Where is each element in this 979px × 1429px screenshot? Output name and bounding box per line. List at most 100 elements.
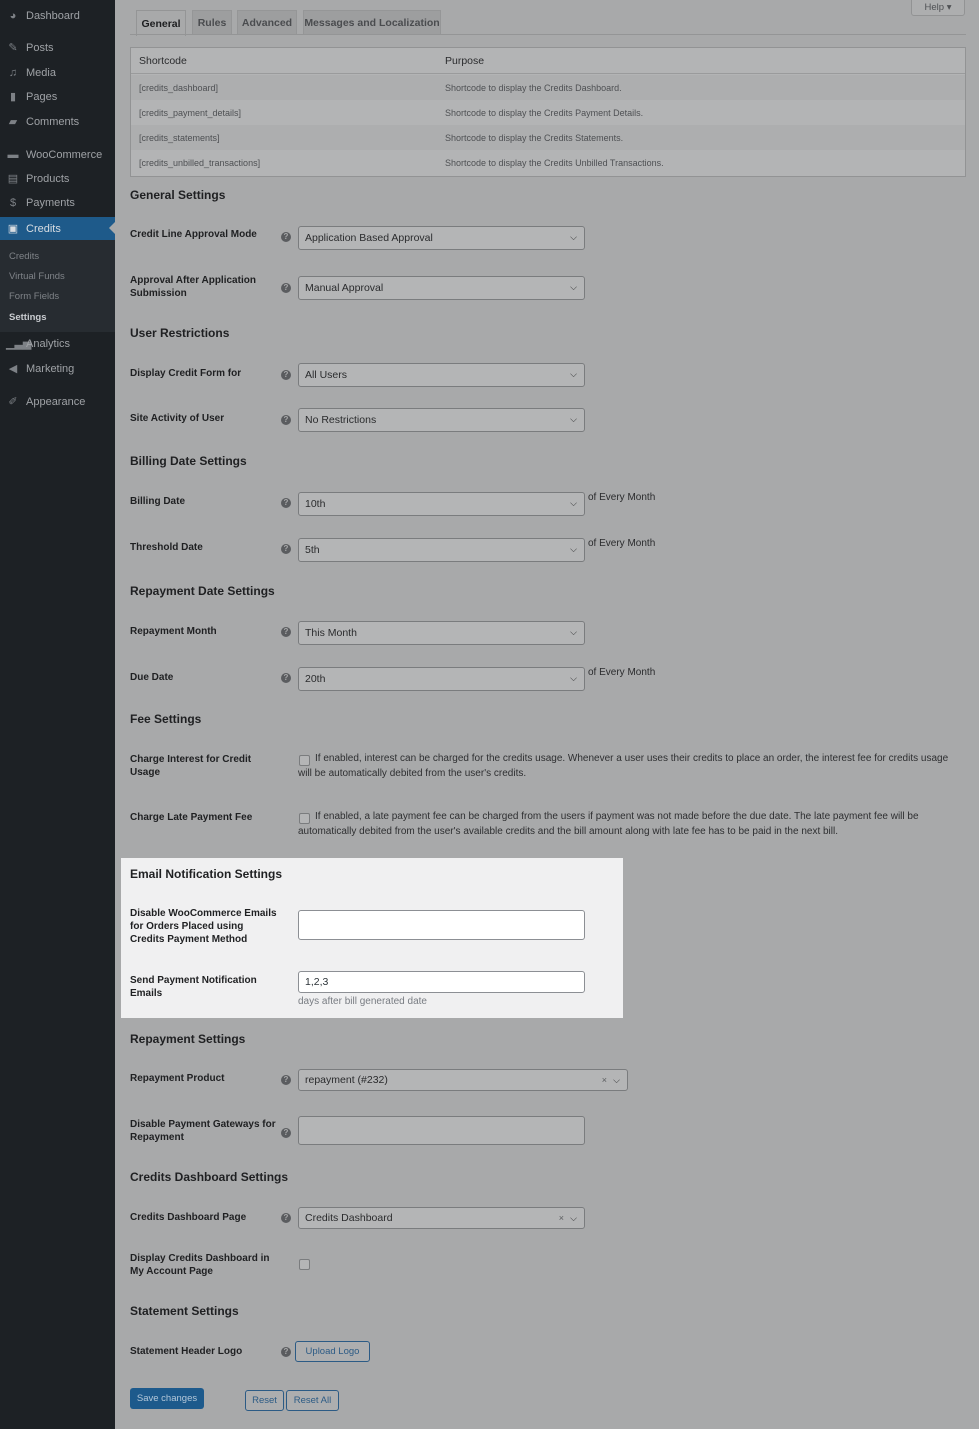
submenu-form-fields[interactable]: Form Fields <box>9 291 59 302</box>
repayment-product-select[interactable]: repayment (#232) × ⌵ <box>298 1069 628 1091</box>
help-tip-icon[interactable]: ? <box>281 1213 291 1223</box>
label-late-fee: Charge Late Payment Fee <box>130 812 253 823</box>
label-disable-woo-emails: Disable WooCommerce Emails for Orders Pl… <box>130 908 277 945</box>
menu-posts[interactable]: ✎ Posts <box>0 37 115 59</box>
due-date-suffix: of Every Month <box>588 667 656 678</box>
pages-icon: ▮ <box>9 91 17 103</box>
chevron-down-icon: ⌵ <box>570 369 577 379</box>
reset-all-button[interactable]: Reset All <box>286 1390 339 1411</box>
section-email-notification: Email Notification Settings <box>130 867 283 881</box>
label-approval-mode: Credit Line Approval Mode <box>130 229 257 240</box>
menu-dashboard[interactable]: ◕ Dashboard <box>0 5 115 27</box>
submenu-credits[interactable]: Credits <box>9 251 39 262</box>
menu-appearance[interactable]: ✐ Appearance <box>0 391 115 413</box>
label-dashboard-page: Credits Dashboard Page <box>130 1212 247 1223</box>
menu-label: Products <box>26 173 70 185</box>
table-row: [credits_statements] Shortcode to display… <box>131 125 965 150</box>
table-row: [credits_dashboard] Shortcode to display … <box>131 75 965 100</box>
tab-advanced[interactable]: Advanced <box>237 10 297 35</box>
upload-logo-button[interactable]: Upload Logo <box>295 1341 370 1362</box>
megaphone-icon: ◀ <box>8 363 18 375</box>
due-date-select[interactable]: 20th ⌵ <box>298 667 585 691</box>
menu-marketing[interactable]: ◀ Marketing <box>0 358 115 380</box>
submenu-virtual-funds[interactable]: Virtual Funds <box>9 271 65 282</box>
bar-chart-icon: ▁▃▅ <box>6 338 32 350</box>
submenu-settings[interactable]: Settings <box>9 312 46 323</box>
help-tip-icon[interactable]: ? <box>281 1075 291 1085</box>
table-row: [credits_payment_details] Shortcode to di… <box>131 100 965 125</box>
dashboard-page-select[interactable]: Credits Dashboard × ⌵ <box>298 1207 585 1229</box>
repayment-month-select[interactable]: This Month ⌵ <box>298 621 585 645</box>
tab-rules[interactable]: Rules <box>192 10 232 35</box>
select-value: No Restrictions <box>305 414 377 426</box>
chevron-down-icon: ⌵ <box>570 282 577 292</box>
help-tip-icon[interactable]: ? <box>281 232 291 242</box>
approval-after-select[interactable]: Manual Approval ⌵ <box>298 276 585 300</box>
menu-label: Dashboard <box>26 10 80 22</box>
threshold-date-select[interactable]: 5th ⌵ <box>298 538 585 562</box>
disable-gateways-input[interactable] <box>298 1116 585 1145</box>
help-tip-icon[interactable]: ? <box>281 1347 291 1357</box>
tab-general[interactable]: General <box>136 10 186 36</box>
help-tip-icon[interactable]: ? <box>281 544 291 554</box>
menu-payments[interactable]: $ Payments <box>0 192 115 214</box>
select-value: All Users <box>305 369 348 381</box>
save-changes-button[interactable]: Save changes <box>130 1388 204 1409</box>
woo-icon: ▬ <box>7 149 19 161</box>
credits-submenu: Credits Virtual Funds Form Fields Settin… <box>0 240 115 332</box>
label-repayment-product: Repayment Product <box>130 1073 225 1084</box>
tab-messages-localization[interactable]: Messages and Localization <box>303 10 441 35</box>
select-value: Credits Dashboard <box>305 1212 393 1224</box>
menu-credits[interactable]: ▣ Credits <box>0 217 115 240</box>
chevron-down-icon: ⌵ <box>570 414 577 424</box>
help-tip-icon[interactable]: ? <box>281 1128 291 1138</box>
caret-down-icon: ▾ <box>946 1 952 13</box>
menu-comments[interactable]: ▰ Comments <box>0 111 115 133</box>
help-tip-icon[interactable]: ? <box>281 627 291 637</box>
menu-analytics[interactable]: ▁▃▅ Analytics <box>0 333 115 355</box>
admin-sidebar: ◕ Dashboard ✎ Posts ♫ Media ▮ Pages ▰ Comment… <box>0 0 115 1429</box>
reset-button[interactable]: Reset <box>245 1390 284 1411</box>
help-tip-icon[interactable]: ? <box>281 370 291 380</box>
help-tip-icon[interactable]: ? <box>281 498 291 508</box>
site-activity-select[interactable]: No Restrictions ⌵ <box>298 408 585 432</box>
select-value: This Month <box>305 627 357 639</box>
display-form-select[interactable]: All Users ⌵ <box>298 363 585 387</box>
help-tip-icon[interactable]: ? <box>281 673 291 683</box>
help-button[interactable]: Help ▾ <box>911 0 965 16</box>
payment-notification-input[interactable]: 1,2,3 <box>298 971 585 993</box>
section-user-restrictions: User Restrictions <box>130 326 230 340</box>
select-value: 10th <box>305 498 326 510</box>
dashboard-icon: ◕ <box>9 10 17 22</box>
chevron-down-icon: ⌵ <box>570 232 577 242</box>
label-disable-gateways: Disable Payment Gateways for Repayment <box>130 1119 276 1143</box>
charge-interest-description: If enabled, interest can be charged for … <box>298 753 949 779</box>
cell-purpose: Shortcode to display the Credits Stateme… <box>445 132 624 143</box>
menu-label: Pages <box>26 91 58 103</box>
select-value: Application Based Approval <box>305 232 433 244</box>
menu-products[interactable]: ▤ Products <box>0 168 115 190</box>
menu-label: Media <box>26 67 56 79</box>
label-charge-interest: Charge Interest for Credit Usage <box>130 754 252 778</box>
dashboard-myaccount-checkbox[interactable] <box>299 1259 310 1270</box>
select-value: 20th <box>305 673 326 685</box>
label-site-activity: Site Activity of User <box>130 413 225 424</box>
clear-icon[interactable]: × <box>602 1075 607 1085</box>
table-header: Shortcode Purpose <box>131 48 965 74</box>
late-fee-description: If enabled, a late payment fee can be ch… <box>298 811 919 837</box>
menu-woocommerce[interactable]: ▬ WooCommerce <box>0 144 115 166</box>
menu-pages[interactable]: ▮ Pages <box>0 86 115 108</box>
menu-media[interactable]: ♫ Media <box>0 62 115 84</box>
label-threshold-date: Threshold Date <box>130 542 203 553</box>
billing-date-select[interactable]: 10th ⌵ <box>298 492 585 516</box>
section-fee-settings: Fee Settings <box>130 712 202 726</box>
disable-woo-emails-input[interactable] <box>298 910 585 940</box>
billing-date-suffix: of Every Month <box>588 492 656 503</box>
help-label: Help <box>924 1 945 13</box>
clear-icon[interactable]: × <box>559 1213 564 1223</box>
help-tip-icon[interactable]: ? <box>281 415 291 425</box>
section-billing-date: Billing Date Settings <box>130 454 247 468</box>
help-tip-icon[interactable]: ? <box>281 283 291 293</box>
approval-mode-select[interactable]: Application Based Approval ⌵ <box>298 226 585 250</box>
label-approval-after: Approval After Application Submission <box>130 275 256 299</box>
